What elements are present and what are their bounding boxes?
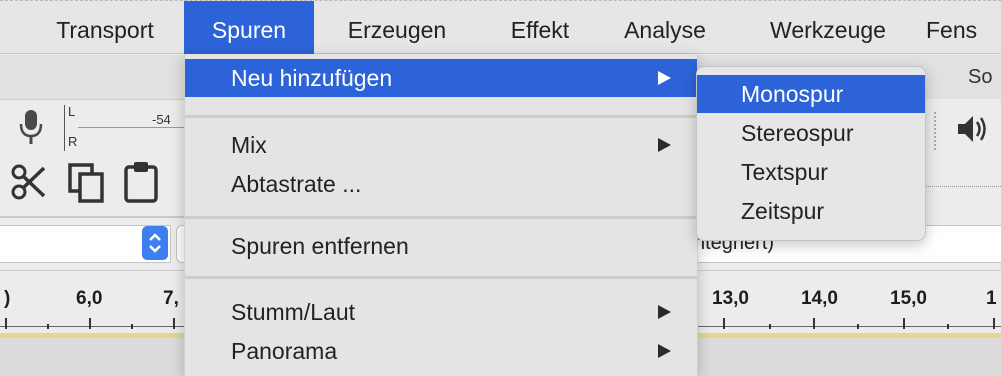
cut-icon[interactable] <box>10 162 48 202</box>
spuren-dropdown-menu: Neu hinzufügen Mix Abtastrate ... Spuren… <box>184 54 698 376</box>
submenu-item-label: Stereospur <box>741 120 854 146</box>
submenu-arrow-icon <box>658 71 671 85</box>
stepper-icon[interactable] <box>142 226 168 260</box>
ruler-label: 6,0 <box>76 288 103 309</box>
menu-fenster[interactable]: Fens <box>926 1 1001 54</box>
submenu-item-monospur[interactable]: Monospur <box>697 75 925 113</box>
menu-spuren[interactable]: Spuren <box>184 1 314 54</box>
meter-divider <box>78 127 184 128</box>
ruler-label: 15,0 <box>890 288 927 309</box>
menu-item-label: Panorama <box>231 338 338 364</box>
right-toolbar-label: So <box>968 66 993 88</box>
menu-transport[interactable]: Transport <box>30 1 180 54</box>
copy-icon[interactable] <box>66 162 108 204</box>
menu-erzeugen[interactable]: Erzeugen <box>322 1 472 54</box>
meter-db-value: -54 <box>152 112 171 127</box>
meter-frame <box>64 105 65 151</box>
ruler-label: 1 <box>986 288 997 309</box>
submenu-arrow-icon <box>658 344 671 358</box>
submenu-item-label: Monospur <box>741 81 844 107</box>
menu-separator <box>185 115 697 118</box>
menu-item-neu-hinzufuegen[interactable]: Neu hinzufügen <box>185 59 697 97</box>
menu-separator <box>185 216 697 219</box>
menu-item-label: Neu hinzufügen <box>231 65 393 91</box>
menu-item-label: Abtastrate ... <box>231 171 362 197</box>
menu-item-stumm-laut[interactable]: Stumm/Laut <box>185 293 697 331</box>
slider-track <box>924 186 1001 188</box>
menu-analyse[interactable]: Analyse <box>600 1 730 54</box>
menu-werkzeuge[interactable]: Werkzeuge <box>748 1 908 54</box>
meter-right-label: R <box>68 134 78 149</box>
submenu-arrow-icon <box>658 305 671 319</box>
ruler-label: 7, <box>163 288 179 309</box>
submenu-item-zeitspur[interactable]: Zeitspur <box>697 192 925 230</box>
menu-item-mix[interactable]: Mix <box>185 126 697 164</box>
submenu-item-textspur[interactable]: Textspur <box>697 153 925 191</box>
ruler-label: 14,0 <box>801 288 838 309</box>
menu-item-label: Spuren entfernen <box>231 233 409 259</box>
menu-item-abtastrate[interactable]: Abtastrate ... <box>185 165 697 203</box>
submenu-arrow-icon <box>658 138 671 152</box>
menu-separator <box>185 276 697 279</box>
menu-item-panorama[interactable]: Panorama <box>185 332 697 370</box>
submenu-item-label: Textspur <box>741 159 828 185</box>
microphone-icon[interactable] <box>16 108 46 148</box>
menu-item-label: Mix <box>231 132 267 158</box>
ruler-label-partial: ) <box>4 288 11 309</box>
paste-icon[interactable] <box>122 160 162 204</box>
speaker-icon[interactable] <box>956 112 992 146</box>
menu-bar: Transport Spuren Erzeugen Effekt Analyse… <box>0 0 1001 54</box>
ruler-label: 13,0 <box>712 288 749 309</box>
menu-item-spuren-entfernen[interactable]: Spuren entfernen <box>185 227 697 265</box>
menu-effekt[interactable]: Effekt <box>485 1 595 54</box>
menu-item-label: Stumm/Laut <box>231 299 355 325</box>
neu-hinzufuegen-submenu: Monospur Stereospur Textspur Zeitspur <box>696 66 926 241</box>
submenu-item-label: Zeitspur <box>741 198 825 224</box>
toolbar-separator <box>0 216 184 218</box>
meter-left-label: L <box>68 104 76 119</box>
grip-dots <box>934 112 942 150</box>
submenu-item-stereospur[interactable]: Stereospur <box>697 114 925 152</box>
